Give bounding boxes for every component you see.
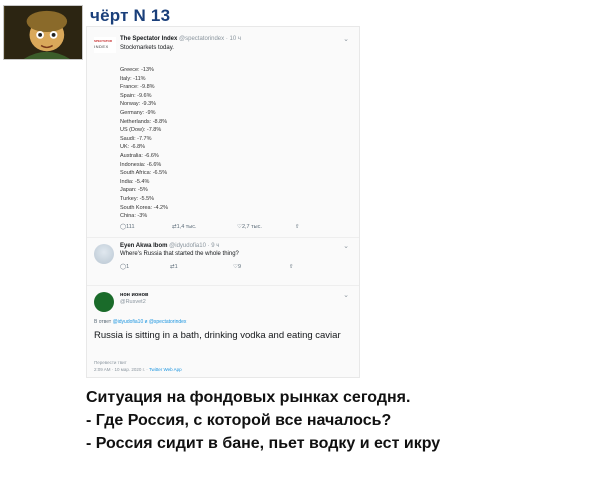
reply-button[interactable]: ◯ 111 — [120, 224, 172, 230]
tweet-main: SPECTATOR INDEX The Spectator Index @spe… — [87, 29, 359, 239]
author-handle: @spectatorindex · 10 ч — [179, 36, 241, 42]
list-item: Italy: -11% — [120, 75, 146, 82]
reply-prefix: В ответ — [94, 319, 112, 325]
reply-targets-link[interactable]: @idyudofia10 и @spectatorindex — [113, 319, 187, 325]
list-item: Greece: -13% — [120, 67, 154, 73]
share-icon: ⇧ — [295, 224, 300, 230]
retweet-count: 1,4 тыс. — [176, 224, 197, 230]
share-button[interactable]: ⇧ — [295, 224, 300, 230]
tweet-text: Where's Russia that started the whole th… — [120, 251, 239, 257]
list-item: Netherlands: -8.8% — [120, 118, 168, 125]
chevron-down-icon[interactable]: ⌄ — [343, 35, 349, 43]
retweet-button[interactable]: ⇄ 1,4 тыс. — [172, 224, 237, 230]
tweet-actions: ◯ 1 ⇄ 1 ♡ 9 ⇧ — [120, 264, 294, 270]
user-avatar[interactable] — [3, 5, 83, 60]
like-count: 2,7 тыс. — [241, 224, 262, 230]
stockmarket-list: Greece: -13% Italy: -11% France: -9.8% S… — [120, 66, 168, 221]
spectator-index-avatar[interactable]: SPECTATOR INDEX — [94, 37, 116, 53]
list-item: UK: -6.8% — [120, 144, 146, 151]
reply-count: 1 — [126, 264, 130, 270]
list-item: Saudi: -7.7% — [120, 135, 152, 142]
caption-line: - Где Россия, с которой все началось? — [86, 412, 392, 429]
author-name[interactable]: нон ионов — [120, 292, 148, 298]
list-item: Spain: -9.6% — [120, 92, 152, 99]
tweet-reply-1: Eyen Akwa Ibom @idyudofia10 · 9 ч ⌄ Wher… — [87, 237, 359, 287]
logo-line-top: SPECTATOR — [94, 39, 113, 43]
list-item: Germany: -9% — [120, 109, 156, 116]
post: чёрт N 13 SPECTATOR INDEX The Spectator … — [0, 0, 604, 478]
author-name: The Spectator Index — [120, 36, 178, 42]
retweet-count: 1 — [174, 264, 178, 270]
like-button[interactable]: ♡ 2,7 тыс. — [237, 224, 295, 230]
client-link[interactable]: Twitter Web App — [149, 367, 182, 372]
author-handle[interactable]: @Rusvet2 — [120, 299, 146, 305]
list-item: South Korea: -4.2% — [120, 204, 169, 211]
retweet-button[interactable]: ⇄ 1 — [170, 264, 233, 270]
share-icon: ⇧ — [289, 264, 294, 270]
list-item: Australia: -6.6% — [120, 152, 159, 159]
caption-line: Ситуация на фондовых рынках сегодня. — [86, 389, 411, 406]
caption-line: - Россия сидит в бане, пьет водку и ест … — [86, 435, 441, 452]
tweet-text: Russia is sitting in a bath, drinking vo… — [94, 330, 341, 341]
post-caption: Ситуация на фондовых рынках сегодня. - Г… — [86, 386, 586, 455]
eyen-avatar[interactable] — [94, 244, 114, 264]
non-ionov-avatar[interactable] — [94, 292, 114, 312]
list-item: Norway: -9.3% — [120, 101, 157, 108]
reply-button[interactable]: ◯ 1 — [120, 264, 170, 270]
like-count: 9 — [237, 264, 241, 270]
translate-link[interactable]: Перевести твит — [94, 360, 127, 365]
username[interactable]: чёрт N 13 — [90, 6, 170, 26]
share-button[interactable]: ⇧ — [289, 264, 294, 270]
tweet-timestamp: 2:09 AM · 10 мар. 2020 г. · Twitter Web … — [94, 367, 182, 372]
tweet-screenshot: SPECTATOR INDEX The Spectator Index @spe… — [86, 26, 360, 378]
tweet-author[interactable]: The Spectator Index @spectatorindex · 10… — [120, 36, 241, 42]
list-item: Turkey: -5.5% — [120, 195, 155, 202]
reply-context: В ответ @idyudofia10 и @spectatorindex — [94, 319, 186, 325]
timestamp-text[interactable]: 2:09 AM · 10 мар. 2020 г. · — [94, 367, 149, 372]
tweet-reply-2: нон ионов @Rusvet2 ⌄ В ответ @idyudofia1… — [87, 285, 359, 379]
reply-count: 111 — [126, 224, 135, 230]
list-item: France: -9.8% — [120, 84, 155, 91]
list-item: Indonesia: -6.6% — [120, 161, 162, 168]
list-item: South Africa: -6.5% — [120, 170, 168, 177]
like-button[interactable]: ♡ 9 — [233, 264, 289, 270]
chevron-down-icon[interactable]: ⌄ — [343, 291, 349, 299]
list-item: Japan: -5% — [120, 187, 148, 194]
tweet-actions: ◯ 111 ⇄ 1,4 тыс. ♡ 2,7 тыс. ⇧ — [120, 224, 300, 230]
author-name: Eyen Akwa Ibom — [120, 243, 168, 249]
chevron-down-icon[interactable]: ⌄ — [343, 242, 349, 250]
tweet-author[interactable]: Eyen Akwa Ibom @idyudofia10 · 9 ч — [120, 243, 219, 249]
list-item: US (Dow): -7.8% — [120, 127, 162, 134]
author-handle: @idyudofia10 · 9 ч — [169, 243, 220, 249]
list-item: China: -3% — [120, 213, 148, 220]
tweet-text: Stockmarkets today. — [120, 45, 174, 51]
logo-line-bottom: INDEX — [94, 44, 109, 49]
avatar-image — [4, 6, 82, 59]
list-item: India: -5.4% — [120, 178, 150, 185]
